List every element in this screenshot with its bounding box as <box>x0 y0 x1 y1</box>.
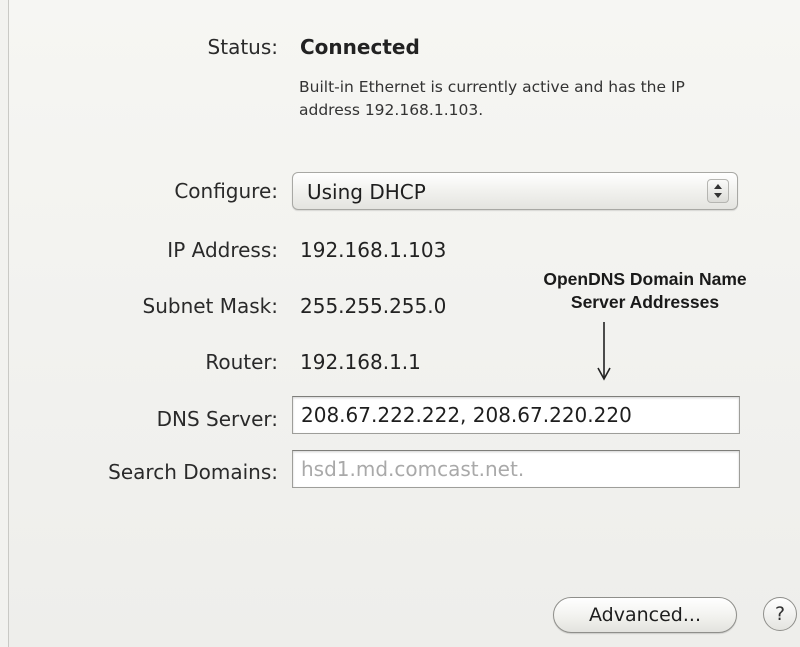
annotation-line-2: Server Addresses <box>570 292 720 312</box>
dns-server-field[interactable] <box>292 396 740 434</box>
status-label: Status: <box>207 35 278 59</box>
ip-address-label: IP Address: <box>167 238 278 262</box>
search-domains-label: Search Domains: <box>108 460 278 484</box>
ip-address-value: 192.168.1.103 <box>300 238 447 262</box>
down-arrow-icon <box>597 322 611 381</box>
status-value: Connected <box>300 35 420 59</box>
router-label: Router: <box>205 350 278 374</box>
subnet-mask-value: 255.255.255.0 <box>300 294 447 318</box>
help-button[interactable]: ? <box>763 597 797 631</box>
configure-select[interactable]: Using DHCP <box>292 172 738 210</box>
opendns-annotation: OpenDNS Domain Name Server Addresses <box>505 268 785 314</box>
annotation-line-1: OpenDNS Domain Name <box>543 269 747 289</box>
status-description: Built-in Ethernet is currently active an… <box>299 78 685 119</box>
configure-selected-value: Using DHCP <box>307 180 426 204</box>
router-value: 192.168.1.1 <box>300 350 421 374</box>
search-domains-field[interactable] <box>292 450 740 488</box>
dns-server-label: DNS Server: <box>156 407 278 431</box>
select-stepper-icon <box>707 179 729 203</box>
subnet-mask-label: Subnet Mask: <box>142 294 279 318</box>
advanced-button[interactable]: Advanced... <box>553 597 737 633</box>
configure-label: Configure: <box>174 179 278 203</box>
